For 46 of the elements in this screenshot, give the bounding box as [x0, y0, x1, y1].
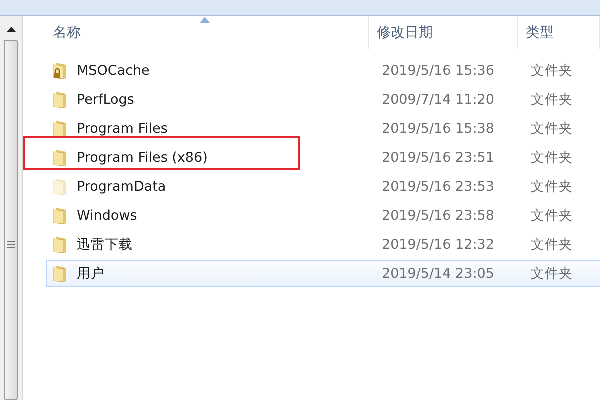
file-type: 文件夹 — [530, 148, 574, 166]
file-row[interactable]: Program Files 2019/5/16 15:38 文件夹 — [46, 115, 600, 142]
file-name: 迅雷下载 — [77, 236, 133, 254]
file-row[interactable]: ProgramData 2019/5/16 23:53 文件夹 — [46, 173, 600, 200]
column-header[interactable]: 修改日期 — [369, 16, 518, 49]
modified-date: 2019/5/14 23:05 — [381, 266, 496, 282]
locked-folder-icon — [53, 62, 69, 80]
modified-date: 2019/5/16 23:53 — [381, 178, 496, 194]
file-type: 文件夹 — [530, 236, 574, 254]
scroll-thumb[interactable] — [4, 40, 18, 400]
modified-date: 2019/5/16 12:32 — [381, 236, 496, 252]
modified-date: 2019/5/16 23:51 — [381, 150, 496, 166]
sort-arrow-icon — [200, 17, 210, 23]
file-row[interactable]: Windows 2019/5/16 23:58 文件夹 — [46, 202, 600, 229]
folder-icon — [53, 206, 69, 224]
file-row[interactable]: Program Files (x86) 2019/5/16 23:51 文件夹 — [46, 144, 600, 171]
file-type: 文件夹 — [530, 206, 574, 224]
file-row[interactable]: PerfLogs 2009/7/14 11:20 文件夹 — [46, 86, 600, 113]
folder-icon — [53, 236, 69, 254]
column-header[interactable]: 类型 — [518, 16, 600, 49]
file-name: Windows — [77, 208, 138, 224]
file-type: 文件夹 — [530, 264, 574, 282]
up-arrow-icon — [6, 26, 16, 32]
file-row[interactable]: 迅雷下载 2019/5/16 12:32 文件夹 — [46, 231, 600, 258]
modified-date: 2019/5/16 23:58 — [381, 208, 496, 224]
column-header[interactable]: 名称 — [41, 16, 369, 49]
file-type: 文件夹 — [530, 120, 574, 138]
file-name: Program Files (x86) — [77, 150, 208, 166]
folder-icon — [53, 90, 69, 108]
folder-icon — [53, 148, 69, 166]
file-type: 文件夹 — [530, 178, 574, 196]
file-name: Program Files — [77, 120, 168, 136]
file-row[interactable]: MSOCache 2019/5/16 15:36 文件夹 — [46, 57, 600, 84]
folder-icon — [53, 264, 69, 282]
file-name: MSOCache — [77, 62, 150, 78]
modified-date: 2019/5/16 15:36 — [381, 62, 496, 78]
modified-date: 2009/7/14 11:20 — [381, 92, 496, 108]
file-name: ProgramData — [77, 178, 166, 194]
file-name: 用户 — [77, 264, 105, 282]
file-name: PerfLogs — [77, 92, 134, 108]
folder-icon — [53, 120, 69, 138]
file-type: 文件夹 — [530, 62, 574, 80]
modified-date: 2019/5/16 15:38 — [381, 120, 496, 136]
file-row[interactable]: 用户 2019/5/14 23:05 文件夹 — [46, 260, 600, 287]
folder-icon — [53, 178, 69, 196]
file-type: 文件夹 — [530, 90, 574, 108]
